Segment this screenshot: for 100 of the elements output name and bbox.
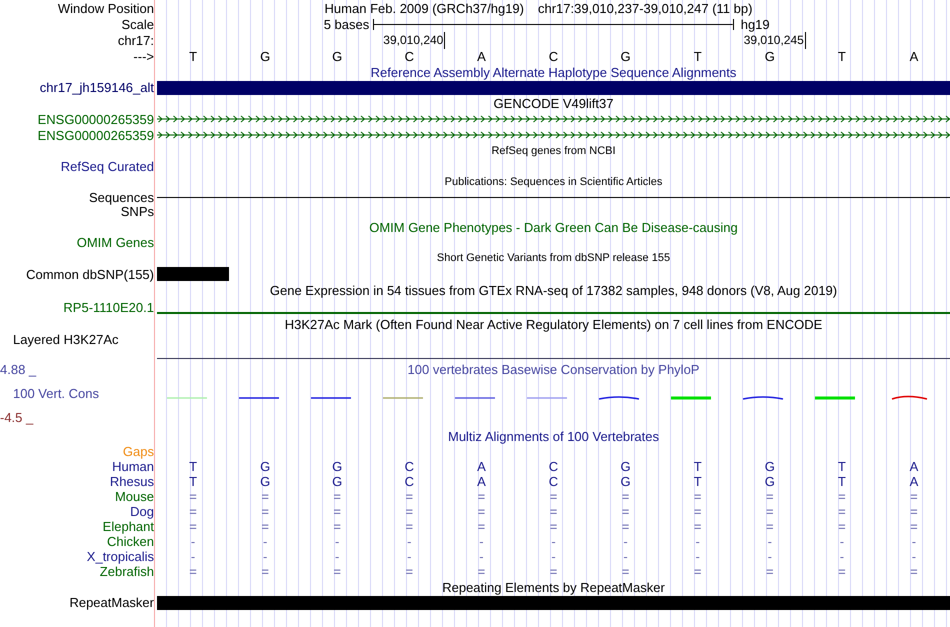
track-label[interactable]: X_tropicalis — [86, 549, 157, 564]
aligned-base: - — [623, 534, 628, 548]
aligned-base: = — [550, 564, 558, 578]
aligned-base: - — [696, 550, 700, 564]
aligned-base: T — [189, 474, 198, 488]
aligned-base: T — [694, 460, 702, 474]
aligned-base: = — [189, 564, 197, 578]
axis-max-label: 4.88 _ — [0, 362, 38, 377]
track-label[interactable]: Common dbSNP(155) — [26, 266, 157, 282]
aligned-base: - — [623, 550, 628, 564]
aligned-base: G — [764, 460, 775, 474]
aligned-base: - — [768, 550, 772, 564]
track-label[interactable]: RefSeq Curated — [60, 159, 157, 174]
aligned-base: = — [766, 504, 774, 518]
aligned-base: A — [910, 460, 918, 474]
aligned-base: C — [548, 460, 558, 474]
track-label[interactable]: Sequences — [88, 190, 157, 205]
base-letter: A — [910, 50, 918, 64]
aligned-base: C — [404, 460, 414, 474]
aligned-base: = — [838, 490, 846, 504]
aligned-base: = — [694, 490, 702, 504]
aligned-base: T — [838, 474, 846, 488]
aligned-base: = — [766, 490, 774, 504]
aligned-base: = — [189, 520, 197, 534]
track-title: Reference Assembly Alternate Haplotype Sequence Alignments — [370, 64, 736, 80]
aligned-base: - — [696, 534, 700, 548]
aligned-base: G — [260, 460, 270, 474]
aligned-base: - — [551, 534, 556, 548]
aligned-base: = — [838, 520, 846, 534]
aligned-base: = — [261, 490, 269, 504]
aligned-base: A — [910, 474, 918, 488]
aligned-base: = — [694, 520, 702, 534]
row-label: ---> — [133, 49, 155, 64]
aligned-base: C — [548, 474, 558, 488]
track-label[interactable]: Dog — [130, 504, 157, 519]
track-title: 100 vertebrates Basewise Conservation by PhyloP — [408, 362, 700, 377]
aligned-base: T — [694, 474, 702, 488]
aligned-base: = — [766, 564, 774, 578]
aligned-base: = — [261, 564, 269, 578]
aligned-base: G — [620, 460, 631, 474]
aligned-base: = — [333, 490, 342, 504]
track-label[interactable]: Rhesus — [110, 474, 157, 489]
scale-label: 5 bases — [324, 16, 370, 32]
assembly-name: Human Feb. 2009 (GRCh37/hg19) — [324, 0, 524, 16]
base-letter: T — [694, 50, 702, 64]
aligned-base: = — [910, 564, 918, 578]
track-title: Gene Expression in 54 tissues from GTEx RNA-seq of 17382 samples, 948 donors (V8, Aug 2019) — [270, 282, 838, 298]
track-label[interactable]: RepeatMasker — [69, 595, 157, 610]
aligned-base: = — [406, 520, 414, 534]
aligned-base: = — [838, 504, 846, 518]
aligned-base: - — [262, 534, 268, 548]
alignment-feature[interactable] — [157, 596, 950, 610]
track-title: OMIM Gene Phenotypes - Dark Green Can Be Disease-causing — [369, 220, 738, 234]
track-label[interactable]: RP5-1110E20.1 — [63, 300, 157, 314]
track-label[interactable]: Chicken — [107, 534, 157, 549]
aligned-base: - — [912, 534, 916, 548]
track-label[interactable]: ENSG00000265359 — [38, 128, 157, 142]
aligned-base: = — [694, 564, 702, 578]
track-label[interactable]: chr17_jh159146_alt — [40, 80, 157, 95]
track-label[interactable]: Layered H3K27Ac — [0, 332, 122, 347]
track-label[interactable]: 100 Vert. Cons — [0, 386, 157, 401]
aligned-base: G — [764, 474, 775, 488]
aligned-base: - — [335, 550, 340, 564]
aligned-base: A — [477, 474, 486, 488]
aligned-base: = — [622, 564, 630, 578]
track-title: RefSeq genes from NCBI — [491, 144, 616, 158]
track-label[interactable]: Mouse — [114, 489, 157, 504]
aligned-base: = — [766, 520, 774, 534]
track-label[interactable]: OMIM Genes — [76, 235, 157, 250]
track-label[interactable]: Zebrafish — [100, 564, 157, 579]
position-range: chr17:39,010,237-39,010,247 (11 bp) — [538, 0, 752, 16]
aligned-base: = — [478, 520, 486, 534]
base-letter: G — [620, 50, 631, 64]
aligned-base: = — [333, 520, 342, 534]
track-title: Short Genetic Variants from dbSNP release 155 — [436, 250, 670, 266]
aligned-base: = — [333, 564, 342, 578]
track-label[interactable]: Elephant — [102, 519, 157, 534]
aligned-base: - — [551, 550, 556, 564]
aligned-base: = — [622, 490, 630, 504]
aligned-base: = — [838, 564, 846, 578]
track-title: Publications: Sequences in Scientific Articles — [444, 174, 662, 190]
aligned-base: G — [260, 474, 270, 488]
aligned-base: - — [479, 550, 484, 564]
row-label: Window Position — [58, 0, 155, 16]
track-label[interactable]: Human — [112, 459, 157, 474]
base-letter: C — [404, 50, 414, 64]
aligned-base: = — [910, 504, 918, 518]
track-label[interactable]: ENSG00000265359 — [38, 112, 157, 126]
aligned-base: = — [694, 504, 702, 518]
base-letter: G — [260, 50, 270, 64]
aligned-base: = — [189, 490, 197, 504]
aligned-base: - — [407, 550, 412, 564]
aligned-base: = — [478, 504, 486, 518]
alignment-feature[interactable] — [157, 80, 950, 94]
aligned-base: - — [840, 550, 844, 564]
aligned-base: = — [261, 504, 269, 518]
aligned-base: = — [622, 504, 630, 518]
track-label[interactable]: SNPs — [120, 204, 157, 219]
track-title: GENCODE V49lift37 — [494, 96, 614, 110]
aligned-base: = — [406, 504, 414, 518]
